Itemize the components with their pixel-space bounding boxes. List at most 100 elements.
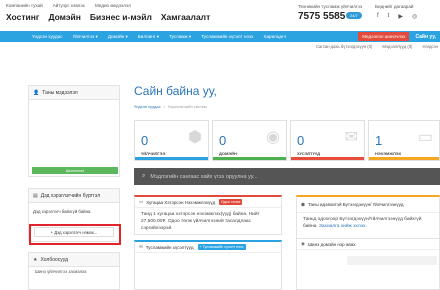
stat-invoices-value: 1 (375, 133, 383, 148)
user-icon: 👤 (33, 89, 40, 96)
shortcut-order-service[interactable]: Шинэ үйлчилгээ захиалах (29, 267, 119, 276)
cart-row: Сагсан дахь бүтээгдэхүүн (0) Мэдээллүүд … (316, 44, 440, 49)
stat-tickets-value: 0 (297, 133, 305, 148)
tickets-heading: ✉ Тусламжийн хүсэлтүүд + Тусламжийн хүсэ… (135, 242, 281, 253)
update-button-label: Шинэчлэх (65, 168, 85, 173)
stat-invoices[interactable]: ▭ 1 НЭХЭМЖЛЭХ (368, 120, 440, 161)
account-menu[interactable]: Сайн уу, (411, 34, 440, 40)
stat-domains-value: 0 (219, 133, 227, 148)
nav-contact[interactable]: Харилцагч (263, 34, 286, 39)
your-info-panel: 👤 Таны мэдээлэл Шинэчлэх (28, 85, 120, 177)
stat-domains-label: ДОМЭЙН (219, 151, 237, 156)
nav-support[interactable]: Тусламж ▾ (169, 34, 191, 40)
bookmark-icon: ★ (33, 256, 38, 263)
breadcrumb-separator: / (163, 104, 165, 109)
social-links: f t ▶ ◎ (377, 13, 417, 20)
open-ticket-button[interactable]: + Тусламжийн хүсэлт нээх (197, 244, 246, 250)
active-products-title: Таны идэвхитэй Бүтээгдэхүүн/ Үйлчилгээнү… (307, 201, 404, 207)
contacts-heading: ▤ Дэд хэрэглэгчийн бүртгэл (29, 189, 119, 203)
register-domain-card: ◉ Шинэ домэйн нэр авах (296, 238, 440, 290)
stat-tickets-bar (291, 157, 364, 160)
shortcuts-heading: ★ Холбоосууд (29, 253, 119, 267)
support-phone[interactable]: 7575 5585 (298, 11, 345, 22)
cube-icon: ⬢ (188, 129, 202, 146)
sublink-print[interactable]: Айтузус хэвлэх (53, 3, 85, 8)
header-mainlinks: Хостинг Домэйн Бизнес и-мэйл Хамгаалалт (6, 12, 210, 22)
logout-link[interactable]: Нэгдсэн (422, 44, 438, 49)
stat-services[interactable]: ⬢ 0 ҮЙЛЧИЛГЭЭ (134, 120, 209, 161)
contacts-title: Дэд хэрэглэгчийн бүртгэл (40, 192, 101, 199)
update-button[interactable]: Шинэчлэх (32, 167, 118, 174)
notifications-link[interactable]: Мэдээллүүд (0) (382, 44, 412, 49)
register-domain-heading: ◉ Шинэ домэйн нэр авах (297, 239, 439, 250)
nav-billing[interactable]: Биллинг ▾ (138, 34, 159, 40)
kb-search-input[interactable]: ⌕ Мэдлэгийн сангаас хайх үгээ оруулна уу… (134, 168, 440, 185)
breadcrumb-home[interactable]: Үндсэн хуудас (134, 104, 161, 109)
contacts-empty-text: Дэд хэрэглэгч байхгүй байна (33, 209, 91, 214)
mainlink-domain[interactable]: Домэйн (48, 12, 80, 22)
breadcrumb: Үндсэн хуудас / Хэрэглэгчийн систем (134, 104, 207, 109)
shortcuts-panel: ★ Холбоосууд Шинэ үйлчилгээ захиалах (28, 252, 120, 290)
comments-icon: ✉ (344, 129, 358, 146)
support-hours-badge: 24/7 (346, 12, 362, 19)
your-info-heading: 👤 Таны мэдээлэл (29, 86, 119, 100)
nav-right: Медээлэл шинэчлэх Сайн уу, (358, 31, 440, 42)
main-nav: Үндсэн хуудас Үйлчилгээ ▾ Домэйн ▾ Билли… (0, 31, 440, 42)
overdue-invoices-title: Хугацаа Хэтэрсэн Нэхэмжлэхүүд (146, 199, 216, 205)
stat-domains[interactable]: ◉ 0 ДОМЭЙН (212, 120, 287, 161)
mainlink-business-email[interactable]: Бизнес и-мэйл (90, 12, 152, 22)
facebook-icon[interactable]: f (377, 13, 379, 20)
twitter-icon[interactable]: t (388, 13, 390, 20)
cube-icon: ⬢ (301, 201, 305, 207)
stat-invoices-label: НЭХЭМЖЛЭХ (375, 151, 402, 156)
card-icon: ▭ (139, 199, 144, 204)
overdue-invoices-text: Танд 1 хугацаа хэтэрсэн нэхэмжлэх(үүд) б… (141, 212, 260, 231)
stat-invoices-bar (369, 157, 439, 160)
nav-home[interactable]: Үндсэн хуудас (32, 34, 63, 39)
nav-open-ticket[interactable]: Тусламжийн хүсэлт нээх (201, 34, 253, 39)
stat-domains-bar (213, 157, 286, 160)
header-sublinks: Компанийн тухай Айтузус хэвлэх Медио мед… (6, 3, 131, 8)
your-info-title: Таны мэдээлэл (42, 89, 78, 96)
globe-icon: ◉ (266, 129, 280, 146)
instagram-icon[interactable]: ◎ (412, 13, 417, 20)
stat-tickets[interactable]: ✉ 0 ХҮСЭЛТҮҮД (290, 120, 365, 161)
update-info-button[interactable]: Медээлэл шинэчлэх (358, 32, 410, 41)
tickets-card: ✉ Тусламжийн хүсэлтүүд + Тусламжийн хүсэ… (134, 240, 282, 290)
overdue-invoices-card: ▭ Хугацаа Хэтэрсэн Нэхэмжлэхүүд Одоо төл… (134, 195, 282, 235)
cart-link[interactable]: Сагсан дахь бүтээгдэхүүн (0) (316, 44, 372, 49)
domain-search-field[interactable] (347, 256, 437, 265)
highlight-box (29, 224, 121, 245)
folder-icon: ▤ (33, 192, 38, 199)
active-products-body: Таньд одоогоор Бүтээгдэхүүн/Үйлчилгээнүү… (297, 213, 439, 233)
mainlink-security[interactable]: Хамгаалалт (161, 12, 210, 22)
sublink-media[interactable]: Медио медээлэл (95, 3, 131, 8)
sublink-about[interactable]: Компанийн тухай (6, 3, 43, 8)
kb-search-placeholder: Мэдлэгийн сангаас хайх үгээ оруулна уу..… (150, 173, 258, 180)
stat-services-label: ҮЙЛЧИЛГЭЭ (141, 151, 166, 156)
card-icon: ▭ (417, 129, 433, 146)
comments-icon: ✉ (139, 244, 143, 249)
top-header: Компанийн тухай Айтузус хэвлэх Медио мед… (0, 0, 440, 28)
page-title: Сайн байна уу, (134, 84, 217, 98)
search-icon: ⌕ (142, 173, 146, 179)
stat-services-bar (135, 157, 208, 160)
nav-services[interactable]: Үйлчилгээ ▾ (73, 34, 98, 40)
globe-icon: ◉ (301, 241, 305, 246)
support-label: Техникийн тусламж үйлчилгээ (298, 4, 363, 9)
active-products-heading: ⬢ Таны идэвхитэй Бүтээгдэхүүн/ Үйлчилгээ… (297, 197, 439, 213)
nav-domains[interactable]: Домэйн ▾ (108, 34, 128, 40)
mainlink-hosting[interactable]: Хостинг (6, 12, 39, 22)
stat-services-value: 0 (141, 133, 149, 148)
start-order-link[interactable]: Захиалга хийж эхлэх. (319, 224, 367, 229)
youtube-icon[interactable]: ▶ (398, 13, 403, 20)
breadcrumb-current: Хэрэглэгчийн систем (167, 104, 207, 109)
stat-tickets-label: ХҮСЭЛТҮҮД (297, 151, 320, 156)
shortcuts-title: Холбоосууд (40, 256, 69, 263)
social-title: Биднийг дагаарай (375, 4, 414, 9)
register-domain-title: Шинэ домэйн нэр авах (307, 241, 356, 247)
pay-now-button[interactable]: Одоо төлөх (219, 199, 243, 205)
overdue-invoices-heading: ▭ Хугацаа Хэтэрсэн Нэхэмжлэхүүд Одоо төл… (135, 197, 281, 208)
active-products-card: ⬢ Таны идэвхитэй Бүтээгдэхүүн/ Үйлчилгээ… (296, 195, 440, 239)
tickets-title: Тусламжийн хүсэлтүүд (145, 244, 194, 250)
